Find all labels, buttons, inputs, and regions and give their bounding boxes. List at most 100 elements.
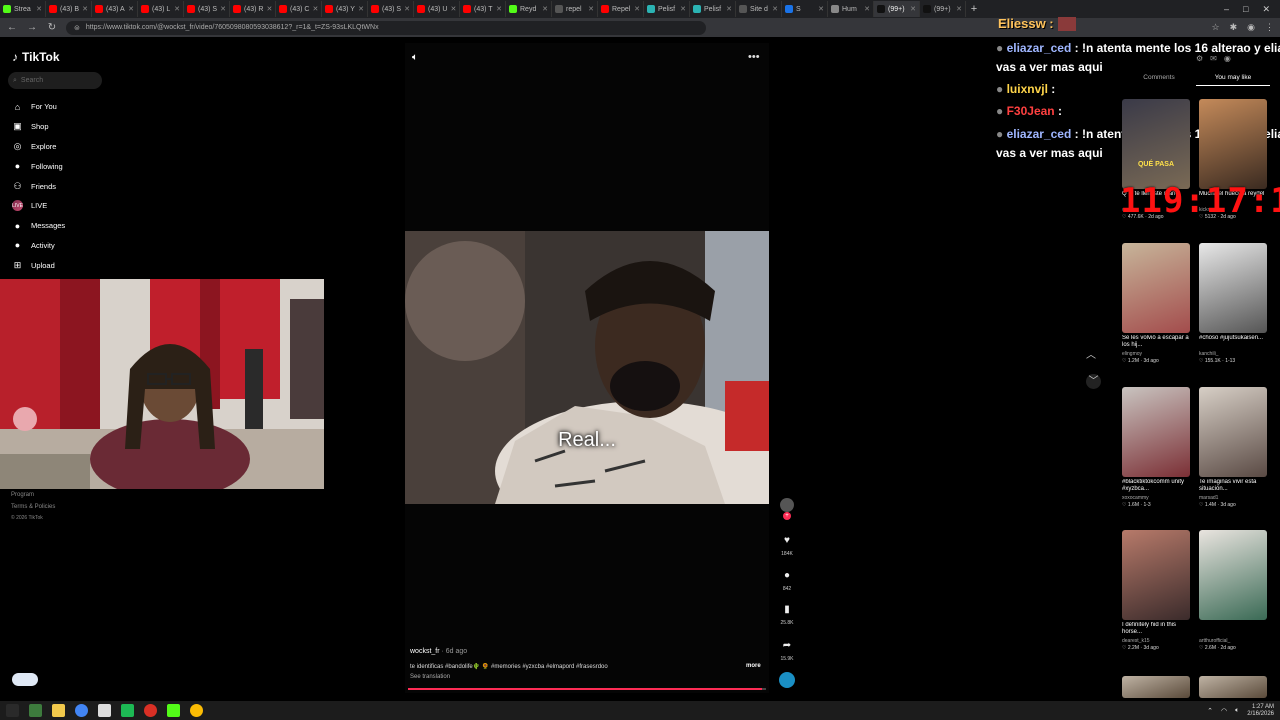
tab-close-icon[interactable]: ✕ [588,5,594,13]
tab-close-icon[interactable]: ✕ [956,5,962,13]
browser-tab[interactable]: (99+) ✕ [874,1,920,17]
browser-tab[interactable]: (99+) ✕ [920,1,966,17]
tab-close-icon[interactable]: ✕ [82,5,88,13]
author-avatar[interactable] [780,498,794,512]
mail-icon[interactable]: ✉ [1210,54,1217,63]
video-frame[interactable]: Real... [405,231,769,504]
browser-tab[interactable]: (43) B ✕ [46,1,92,17]
tab-comments[interactable]: Comments [1122,74,1196,86]
video-card-author[interactable]: dearest_k15 [1122,638,1192,644]
sidebar-item-activity[interactable]: ● Activity [12,236,122,256]
volume-icon[interactable]: 🔈︎ [1235,707,1239,715]
menu-icon[interactable]: ⋮ [1265,22,1274,33]
tab-close-icon[interactable]: ✕ [864,5,870,13]
tab-close-icon[interactable]: ✕ [910,5,916,13]
footer-terms-link[interactable]: Terms & Policies [11,502,55,514]
volume-icon[interactable]: 🔈︎ [412,52,418,63]
clock[interactable]: 1:27 AM 2/16/2026 [1247,704,1274,718]
comment-button[interactable]: ● 842 [776,570,798,592]
sidebar-item-upload[interactable]: ⊞ Upload [12,255,122,275]
chevron-down-icon[interactable]: ﹀ [1086,374,1101,389]
video-card[interactable]: Se les volvió a escapar a los hij... elin… [1122,243,1192,364]
tab-you-may-like[interactable]: You may like [1196,74,1270,86]
browser-tab[interactable]: (43) Y ✕ [322,1,368,17]
browser-tab[interactable]: Pelisf ✕ [690,1,736,17]
close-icon[interactable]: ✕ [1262,4,1270,15]
reload-icon[interactable]: ↻ [46,22,58,33]
tab-close-icon[interactable]: ✕ [266,5,272,13]
video-thumbnail[interactable] [1199,243,1267,333]
tab-close-icon[interactable]: ✕ [726,5,732,13]
browser-tab[interactable]: (43) U ✕ [414,1,460,17]
tiktok-logo[interactable]: ♪ TikTok [12,50,60,64]
spotify-icon[interactable] [121,704,134,717]
music-disc-icon[interactable] [779,672,795,688]
tab-close-icon[interactable]: ✕ [634,5,640,13]
url-input[interactable]: ⊜ https://www.tiktok.com/@wockst_fr/vide… [66,20,706,35]
browser-tab[interactable]: Reyd ✕ [506,1,552,17]
video-card[interactable]: I definitely hid in this horse... dearest… [1122,530,1192,651]
profile-icon[interactable]: ◉ [1224,54,1231,63]
video-card[interactable]: #choso #jujutsukaisen... kanchili_ ♡ 155.1… [1199,243,1269,364]
site-info-icon[interactable]: ⊜ [74,24,80,32]
tab-close-icon[interactable]: ✕ [772,5,778,13]
settings-icon[interactable]: ⚙ [1196,54,1203,63]
sidebar-item-explore[interactable]: ◎ Explore [12,137,122,157]
video-thumbnail[interactable] [1122,676,1190,698]
footer-program-link[interactable]: Program [11,490,55,502]
profile-icon[interactable]: ◉ [1247,22,1255,33]
browser-tab[interactable]: Pelisf ✕ [644,1,690,17]
tab-close-icon[interactable]: ✕ [358,5,364,13]
video-thumbnail[interactable] [1199,530,1267,620]
tab-close-icon[interactable]: ✕ [174,5,180,13]
browser-tab[interactable]: (43) S ✕ [368,1,414,17]
video-thumbnail[interactable] [1199,99,1267,189]
search-input[interactable]: ⌕ Search [8,72,102,89]
video-thumbnail[interactable] [1122,243,1190,333]
sidebar-item-live[interactable]: LIVE LIVE [12,196,122,216]
browser-tab[interactable]: Strea ✕ [0,1,46,17]
video-thumbnail[interactable]: QUÉ PASA [1122,99,1190,189]
chevron-up-icon[interactable]: ⌃ [1207,707,1213,715]
extensions-icon[interactable]: ✱ [1230,22,1238,33]
tab-close-icon[interactable]: ✕ [542,5,548,13]
tab-close-icon[interactable]: ✕ [36,5,42,13]
video-card-author[interactable]: kanchili_ [1199,351,1269,357]
chevron-up-icon[interactable]: ︿ [1086,346,1096,361]
video-author[interactable]: wockst_fr · 6d ago [410,648,467,655]
video-thumbnail[interactable] [1122,530,1190,620]
browser-tab[interactable]: (43) S ✕ [184,1,230,17]
browser-tab[interactable]: (43) A ✕ [92,1,138,17]
wifi-icon[interactable]: ◠ [1221,707,1227,715]
video-thumbnail[interactable] [1122,387,1190,477]
browser-tab[interactable]: Repel ✕ [598,1,644,17]
video-thumbnail[interactable] [1199,387,1267,477]
toggle-pill[interactable] [12,673,38,686]
browser-tab[interactable]: repel ✕ [552,1,598,17]
star-icon[interactable]: ☆ [1212,22,1220,33]
sidebar-item-following[interactable]: ● Following [12,156,122,176]
file-explorer-icon[interactable] [52,704,65,717]
tab-close-icon[interactable]: ✕ [404,5,410,13]
video-card[interactable]: Te imaginas vivir esta situación... marsa… [1199,387,1269,508]
terminal-icon[interactable] [29,704,42,717]
new-tab-button[interactable]: + [966,3,982,15]
follow-plus-icon[interactable]: + [783,512,791,520]
tab-close-icon[interactable]: ✕ [496,5,502,13]
sidebar-item-shop[interactable]: ▣ Shop [12,117,122,137]
video-card-author[interactable]: xoxocammy [1122,495,1192,501]
tab-close-icon[interactable]: ✕ [220,5,226,13]
sidebar-item-for-you[interactable]: ⌂ For You [12,97,122,117]
sidebar-item-friends[interactable]: ⚇ Friends [12,176,122,196]
obs-icon[interactable] [144,704,157,717]
browser-tab[interactable]: (43) C ✕ [276,1,322,17]
tab-close-icon[interactable]: ✕ [128,5,134,13]
browser-tab[interactable]: Site d ✕ [736,1,782,17]
video-card-author[interactable]: marsad1 [1199,495,1269,501]
bookmark-button[interactable]: ▮ 25.8K [776,604,798,626]
minimize-icon[interactable]: – [1224,4,1229,15]
chrome-icon[interactable] [75,704,88,717]
chrome-canary-icon[interactable] [190,704,203,717]
browser-tab[interactable]: S ✕ [782,1,828,17]
browser-tab[interactable]: (43) R ✕ [230,1,276,17]
